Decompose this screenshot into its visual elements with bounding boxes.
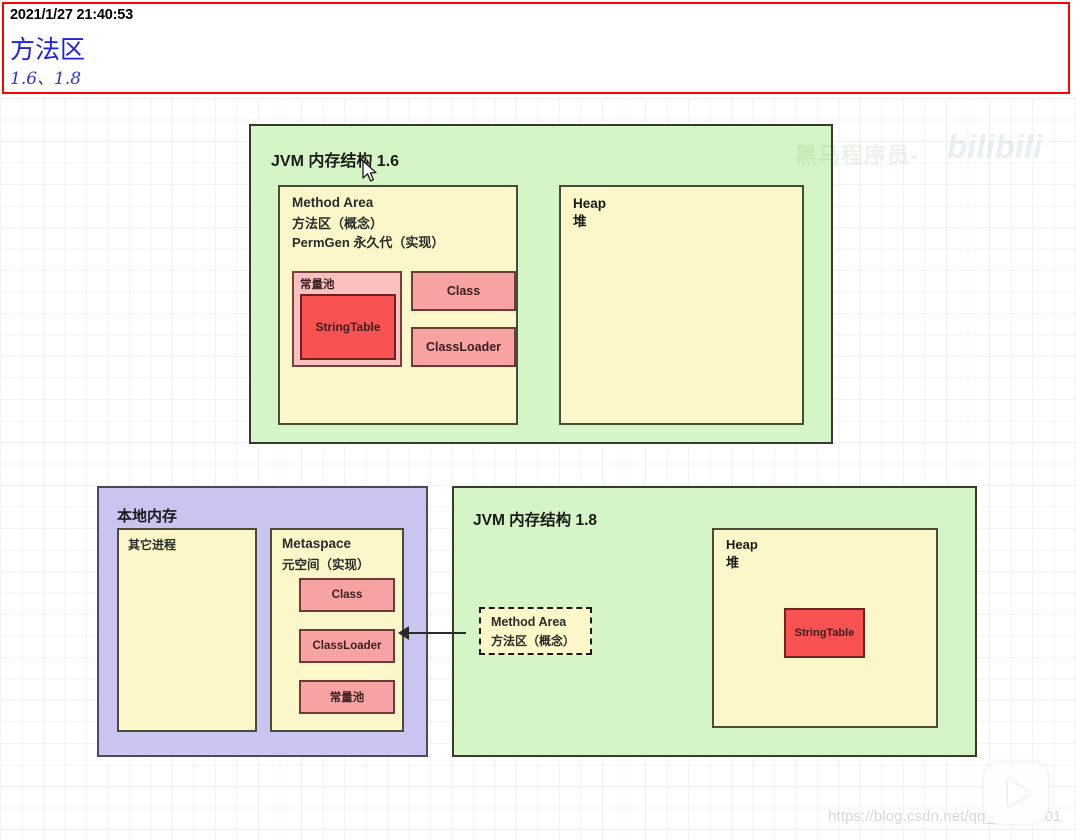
other-process-box: 其它进程 [117,528,257,732]
heap-line2-18: 堆 [726,554,740,570]
play-button-logo-icon [984,762,1048,824]
jvm18-panel-title: JVM 内存结构 1.8 [473,512,598,529]
method-area-line3: PermGen 永久代（实现） [292,235,445,250]
classloader-box-16: ClassLoader [411,327,516,367]
jvm16-heap-box: Heap 堆 [559,185,804,425]
method-area-line2: 方法区（概念） [292,216,384,231]
jvm18-panel: JVM 内存结构 1.8 Method Area 方法区（概念） Heap 堆 … [452,486,977,757]
metaspace-box: Metaspace 元空间（实现） Class ClassLoader 常量池 [270,528,404,732]
string-table-box-18: StringTable [784,608,865,658]
class-label-16: Class [446,284,481,298]
page-title: 方法区 [10,36,86,64]
page-subtitle: 1.6、1.8 [10,69,82,89]
class-box-16: Class [411,271,516,311]
screenshot-root: 2021/1/27 21:40:53 方法区 1.6、1.8 JVM 内存结构 … [0,0,1076,840]
method-area-concept-box: Method Area 方法区（概念） [479,607,592,655]
jvm16-method-area-box: Method Area 方法区（概念） PermGen 永久代（实现） 常量池 … [278,185,518,425]
method-area-concept-line2: 方法区（概念） [491,634,576,648]
heap-line1-18: Heap [726,537,758,552]
native-memory-title: 本地内存 [117,508,178,525]
bilibili-watermark: 黑马程序员- bilibili [795,128,1070,178]
connector-arrow-line [406,632,466,634]
constant-pool-box-meta: 常量池 [299,680,395,714]
classloader-label-meta: ClassLoader [312,640,382,652]
metaspace-line1: Metaspace [282,536,352,551]
class-label-meta: Class [331,589,363,601]
jvm16-panel-title: JVM 内存结构 1.6 [271,153,400,170]
header-banner: 2021/1/27 21:40:53 方法区 1.6、1.8 [2,2,1070,94]
heap-labels-16: Heap 堆 [573,195,606,231]
string-table-box-16: StringTable [300,294,396,360]
string-table-label-16: StringTable [315,320,381,334]
heap-line2-16: 堆 [573,214,587,230]
csdn-watermark-url: https://blog.csdn.net/qq_24654501 [828,808,1062,825]
other-process-label: 其它进程 [128,538,177,552]
jvm18-heap-box: Heap 堆 StringTable [712,528,938,728]
string-table-label-18: StringTable [794,627,855,639]
heap-labels-18: Heap 堆 [726,536,758,571]
connector-arrow-head-icon [398,626,409,640]
metaspace-line2: 元空间（实现） [282,558,370,572]
heap-line1-16: Heap [573,196,607,211]
constant-pool-label-meta: 常量池 [329,692,365,704]
method-area-concept-line1: Method Area [491,615,567,629]
play-triangle-icon [1008,779,1030,807]
native-memory-panel: 本地内存 其它进程 Metaspace 元空间（实现） Class ClassL… [97,486,428,757]
jvm16-panel: JVM 内存结构 1.6 Method Area 方法区（概念） PermGen… [249,124,833,444]
method-area-line1: Method Area [292,195,374,210]
constant-pool-label: 常量池 [300,279,335,291]
classloader-box-meta: ClassLoader [299,629,395,663]
timestamp-text: 2021/1/27 21:40:53 [10,7,133,23]
bilibili-logo-icon: bilibili [947,128,1043,165]
classloader-label-16: ClassLoader [425,340,502,354]
class-box-meta: Class [299,578,395,612]
constant-pool-box: 常量池 StringTable [292,271,402,367]
